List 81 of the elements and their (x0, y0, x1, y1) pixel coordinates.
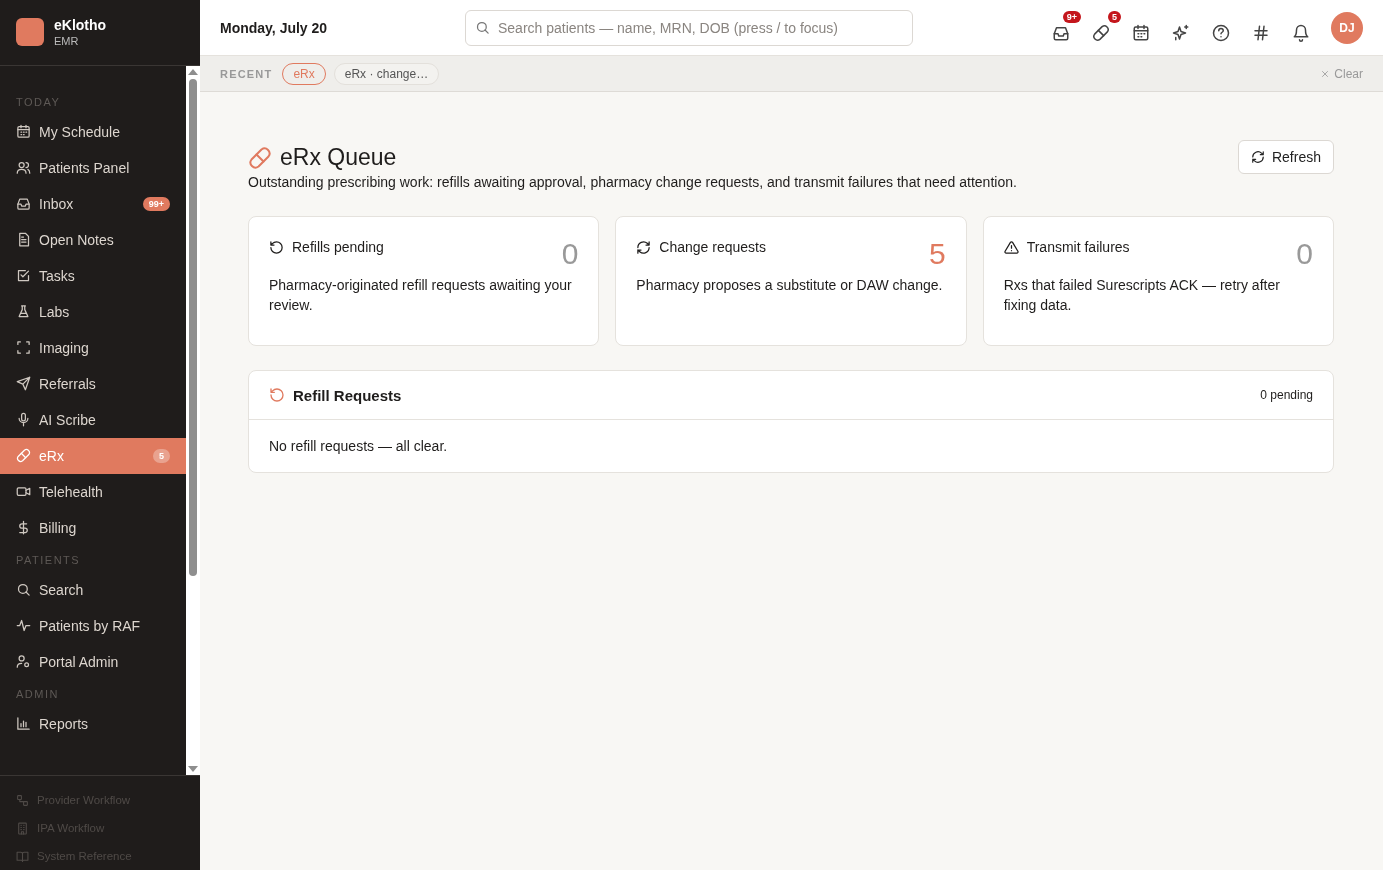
nav-item[interactable]: Portal Admin (0, 643, 186, 680)
current-date: Monday, July 20 (220, 19, 329, 36)
nav-item[interactable]: Patients Panel (0, 149, 186, 186)
page-description: Outstanding prescribing work: refills awaiting approval, pharmacy change requests, and transmit failures that need attention. (248, 174, 1018, 190)
pill-icon (1092, 23, 1110, 42)
sync-icon (1250, 150, 1265, 164)
app-logo (16, 18, 44, 47)
nav-item[interactable]: Billing (0, 509, 186, 546)
search-field[interactable]: Search patients — name, MRN, DOB (press / to focus) (465, 9, 913, 46)
empty-message: No refill requests — all clear. (269, 438, 448, 454)
card-description: Pharmacy proposes a substitute or DAW change. (636, 276, 944, 295)
building-icon (16, 821, 29, 835)
bell-icon (1292, 23, 1310, 42)
panel-title: Refill Requests (293, 386, 402, 404)
card-description: Rxs that failed Surescripts ACK — retry after fixing data. (1003, 276, 1281, 315)
help-icon (1212, 23, 1230, 42)
section-label: ADMIN (15, 686, 60, 702)
pending-count: 0 pending (1260, 388, 1313, 402)
search-icon (16, 582, 31, 598)
count-badge: 99+ (142, 196, 170, 211)
nav-item[interactable]: Reports (0, 705, 186, 742)
card-title: Refills pending (292, 239, 384, 255)
section-label: PATIENTS (15, 552, 82, 568)
nav-item[interactable]: Inbox 99+ (0, 185, 186, 222)
summary-card[interactable]: Transmit failures 0 Rxs that failed Surescripts ACK — retry after fixing data. (982, 216, 1334, 346)
card-title: Change requests (659, 239, 766, 255)
close-icon (1320, 68, 1331, 79)
toolbar-button[interactable]: 9+ (1051, 10, 1081, 45)
nav-item[interactable]: Tasks (0, 257, 186, 294)
workflow-icon (16, 793, 29, 807)
refresh-icon (269, 387, 285, 403)
flask-icon (16, 304, 31, 320)
bar-chart-icon (16, 716, 31, 732)
nav-item[interactable]: Search (0, 571, 186, 608)
paper-plane-icon (16, 376, 31, 392)
users-icon (16, 160, 31, 176)
section-label: TODAY (15, 94, 62, 110)
nav-item[interactable]: Labs (0, 293, 186, 330)
calendar-icon (16, 124, 31, 140)
summary-card[interactable]: Change requests 5 Pharmacy proposes a substitute or DAW change. (615, 216, 967, 346)
app-name: eKlotho (54, 17, 107, 34)
calendar-icon (1132, 23, 1150, 42)
nav-item[interactable]: AI Scribe (0, 401, 186, 438)
checkbox-icon (16, 268, 31, 284)
nav-item[interactable]: Patients by RAF (0, 607, 186, 644)
recent-chip[interactable]: eRx · change… (333, 62, 440, 85)
pill-icon (248, 145, 272, 170)
user-gear-icon (16, 654, 31, 670)
card-count: 5 (928, 237, 946, 271)
card-description: Pharmacy-originated refill requests awaiting your review. (269, 276, 573, 315)
warning-icon (1003, 239, 1019, 255)
card-count: 0 (1296, 237, 1313, 271)
app-subtitle: EMR (54, 35, 80, 48)
refresh-button[interactable]: Refresh (1237, 140, 1334, 174)
sparkles-icon (1172, 23, 1190, 42)
nav-item[interactable]: My Schedule (0, 113, 186, 150)
refresh-icon (269, 239, 284, 255)
scrollbar[interactable] (186, 65, 200, 775)
nav-item[interactable]: Open Notes (0, 221, 186, 258)
sync-icon (636, 239, 652, 255)
notification-badge: 5 (1108, 10, 1121, 23)
inbox-icon (16, 196, 31, 212)
dollar-icon (16, 520, 31, 536)
pulse-icon (16, 618, 31, 634)
pill-icon (16, 448, 31, 464)
recent-label: RECENT (220, 67, 273, 80)
hash-icon (1252, 23, 1270, 42)
count-badge: 5 (153, 448, 170, 463)
card-title: Transmit failures (1026, 239, 1130, 255)
notification-badge: 9+ (1062, 10, 1081, 23)
book-icon (16, 849, 29, 863)
page-title: eRx Queue (280, 144, 397, 171)
nav-item[interactable]: Referrals (0, 365, 186, 402)
card-count: 0 (561, 237, 579, 271)
nav-item[interactable]: Imaging (0, 329, 186, 366)
document-icon (16, 232, 31, 248)
toolbar-button[interactable]: 5 (1091, 10, 1121, 45)
microphone-icon (16, 412, 31, 428)
nav-item[interactable]: Telehealth (0, 473, 186, 510)
summary-card[interactable]: Refills pending 0 Pharmacy-originated refill requests awaiting your review. (248, 216, 600, 346)
scan-frame-icon (16, 340, 31, 356)
